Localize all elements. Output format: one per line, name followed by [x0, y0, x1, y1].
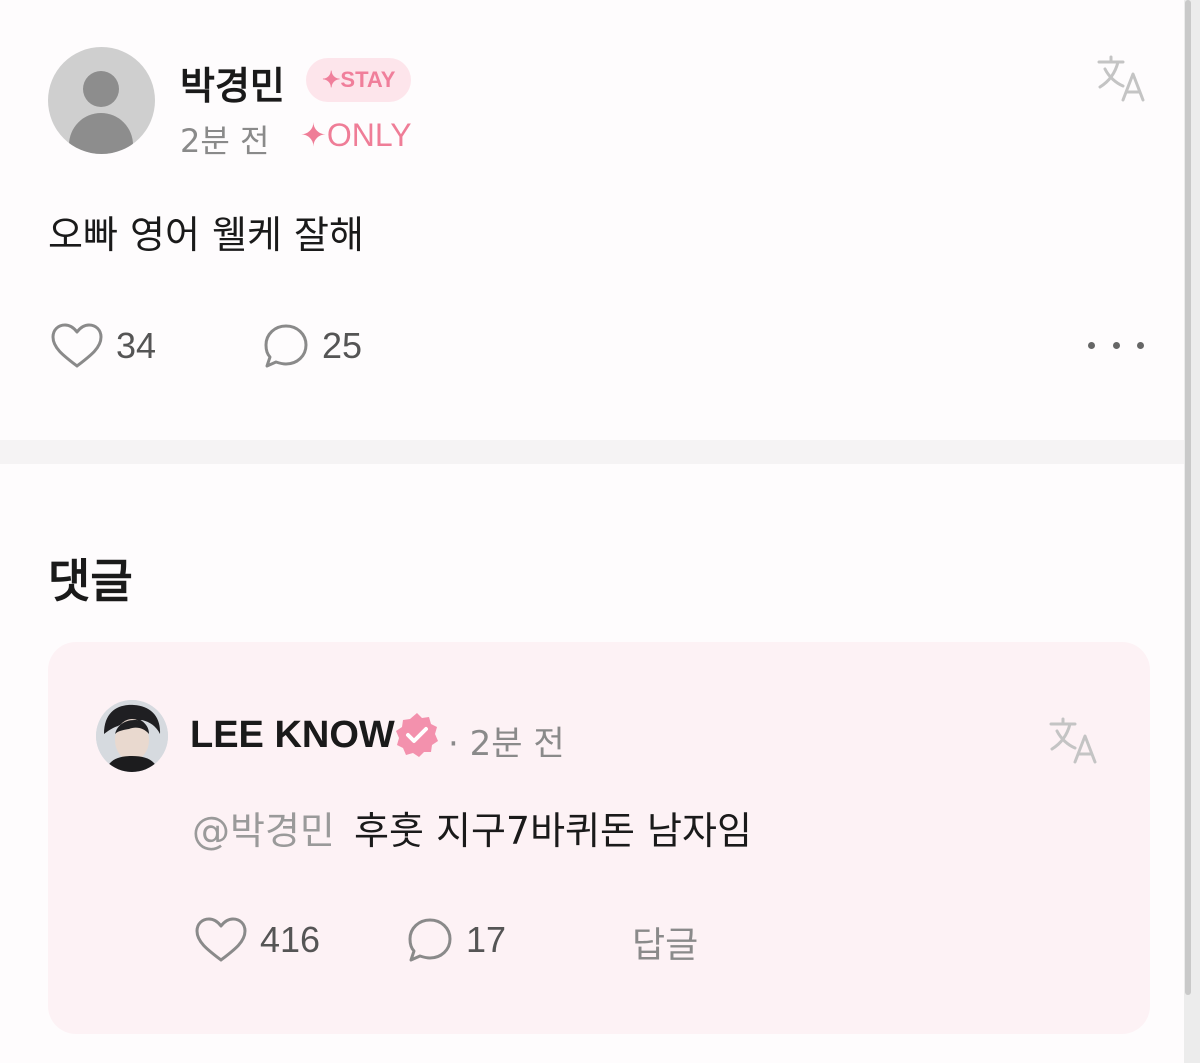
comment-author-avatar[interactable]: [96, 700, 168, 772]
post-like-button[interactable]: 34: [50, 322, 156, 370]
post-comment-button[interactable]: 25: [262, 322, 362, 370]
post-like-count: 34: [116, 325, 157, 366]
comment-reply-count-button[interactable]: 17: [406, 916, 506, 964]
more-icon[interactable]: [1088, 330, 1144, 360]
heart-icon: [51, 323, 103, 368]
avatar-shoulders: [69, 113, 133, 154]
more-dot: [1112, 341, 1120, 349]
author-avatar[interactable]: [48, 47, 155, 154]
stay-badge: ✦STAY: [306, 58, 412, 102]
comment-icon: [264, 324, 308, 368]
comment-like-count: 416: [260, 919, 321, 960]
more-dot: [1088, 341, 1095, 349]
scrollbar-thumb[interactable]: [1185, 0, 1191, 995]
heart-icon: [195, 917, 247, 962]
section-divider: [0, 440, 1184, 464]
comment-like-button[interactable]: 416: [194, 916, 320, 964]
verified-badge-icon: [392, 710, 442, 764]
post-time: 2분 전: [180, 122, 270, 160]
comment-icon: [408, 918, 452, 962]
post-comment-count: 25: [322, 325, 363, 366]
comment-translate-icon[interactable]: [1048, 714, 1100, 770]
comment-author-name[interactable]: LEE KNOW: [190, 714, 395, 757]
comment-text: 후훗 지구7바퀴돈 남자임: [354, 809, 752, 853]
post-text: 오빠 영어 웰케 잘해: [48, 213, 364, 257]
comment-mention[interactable]: @박경민: [192, 800, 335, 855]
avatar-head: [83, 71, 119, 107]
translate-icon[interactable]: [1096, 52, 1148, 108]
post: 박경민 ✦STAY 2분 전 ✦ONLY 오빠 영어 웰케 잘해 34 25: [0, 0, 1184, 440]
comments-title: 댓글: [48, 554, 133, 608]
more-dot: [1137, 341, 1144, 349]
post-author-name[interactable]: 박경민: [180, 55, 285, 110]
comment-time: · 2분 전: [448, 724, 565, 764]
only-tag: ✦ONLY: [300, 117, 412, 153]
reply-button[interactable]: 답글: [632, 916, 698, 968]
comment-reply-count: 17: [466, 919, 507, 960]
